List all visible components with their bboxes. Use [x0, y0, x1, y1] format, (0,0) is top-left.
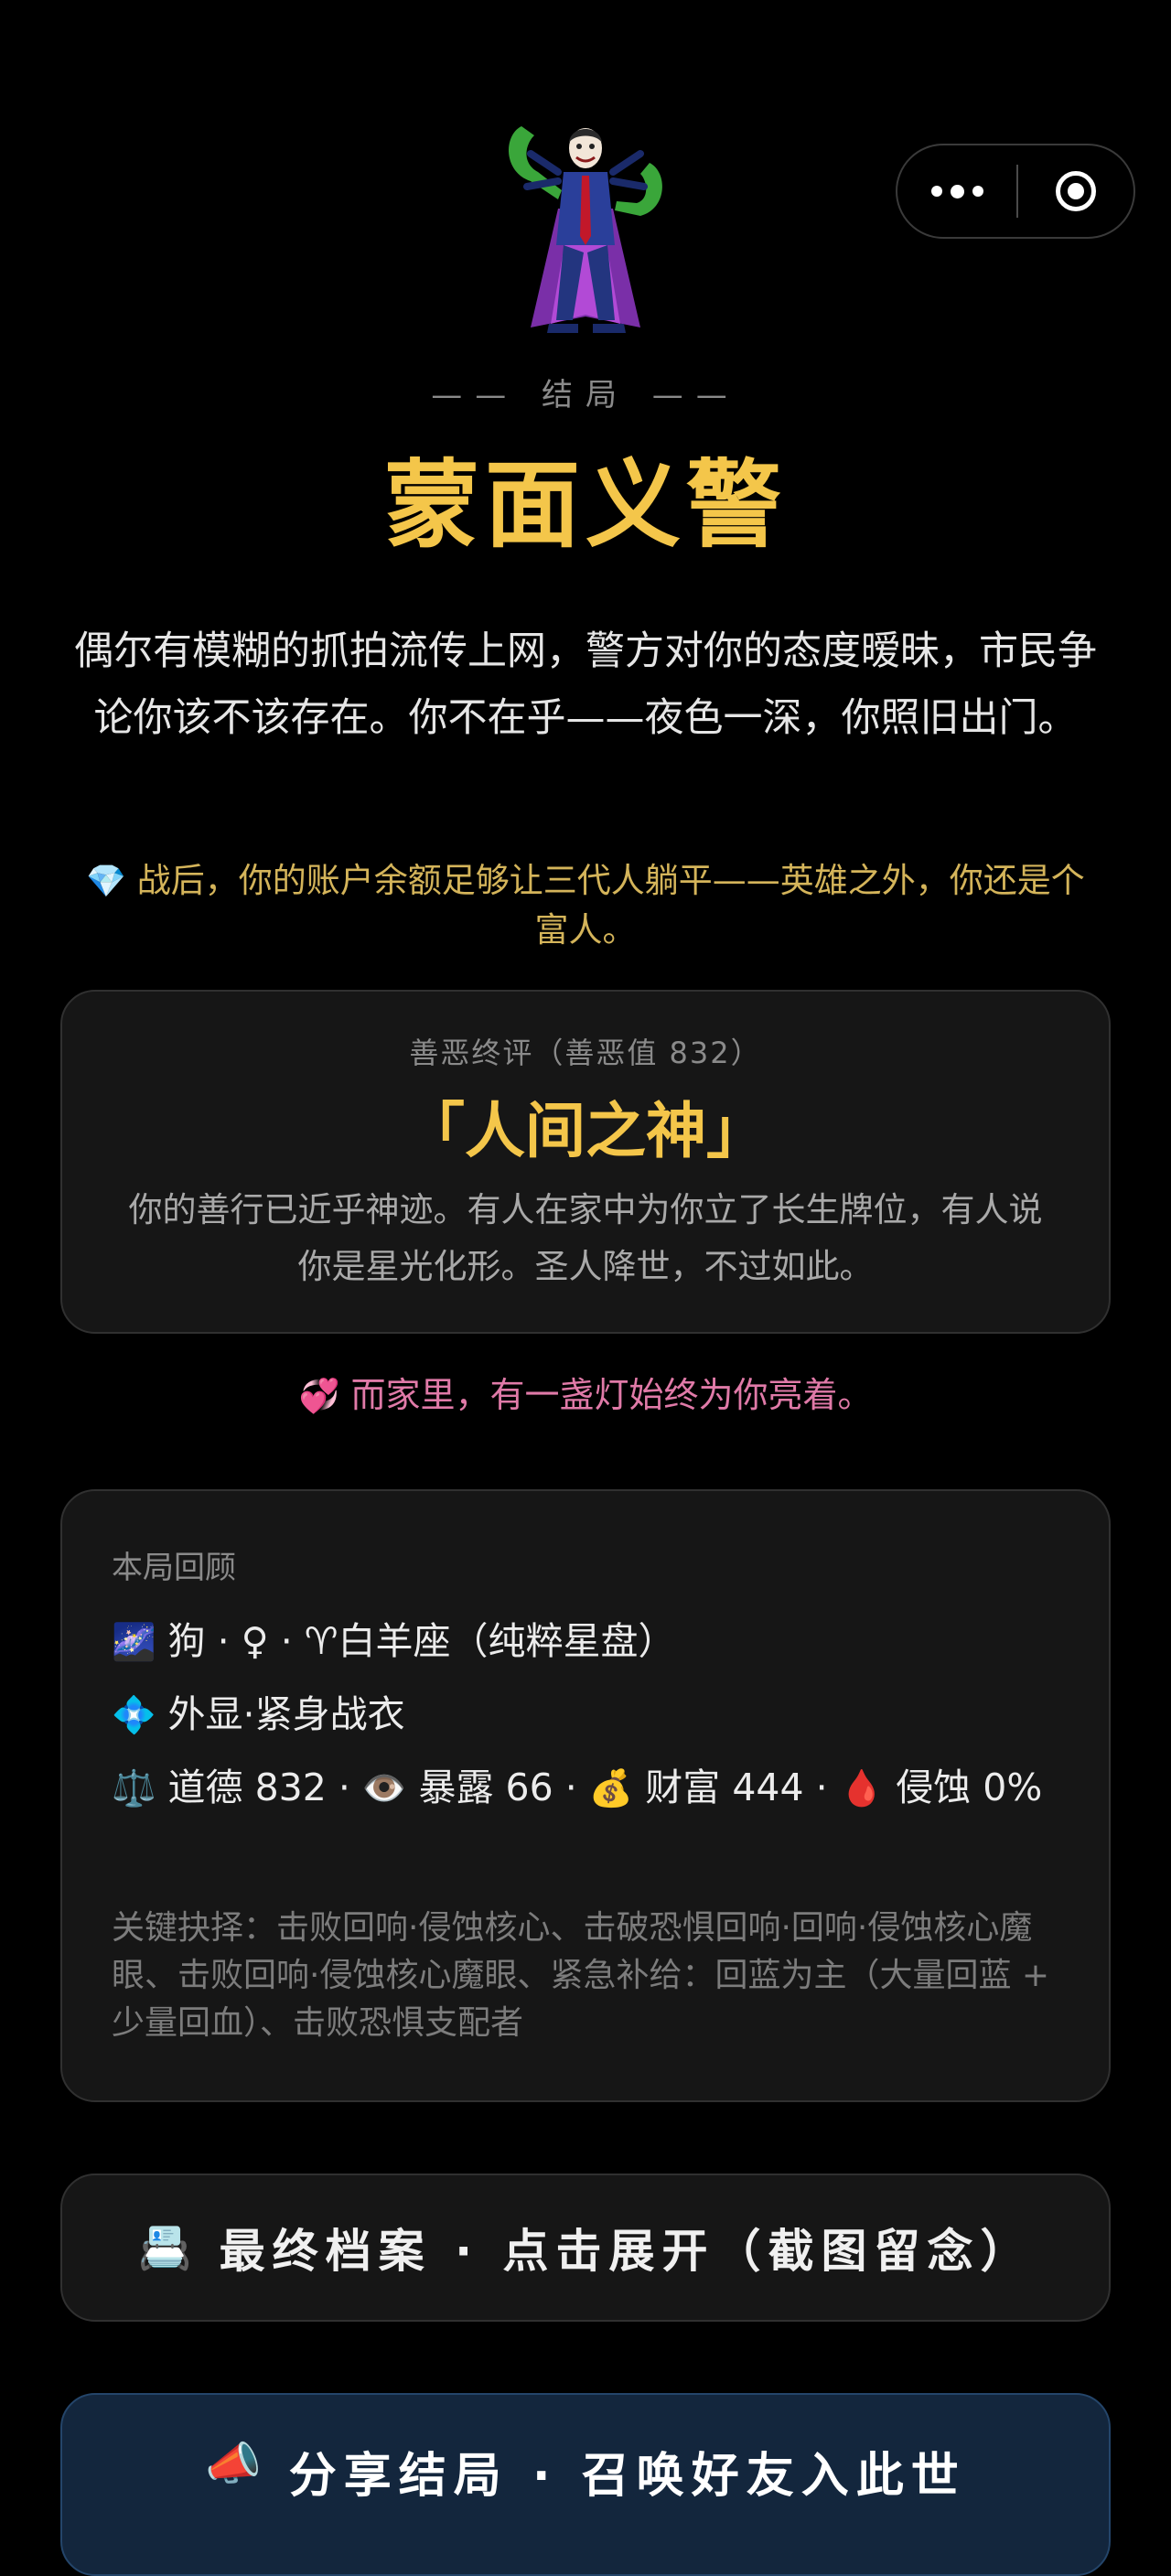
family-text: 而家里，有一盏灯始终为你亮着。: [350, 1375, 873, 1415]
erosion-stat: 侵蚀 0%: [896, 1766, 1043, 1809]
scales-icon: ⚖️: [112, 1768, 156, 1809]
villain-character-icon: [509, 126, 662, 333]
more-dots-icon: [930, 186, 942, 197]
diamond-icon: 💎: [86, 863, 126, 900]
share-ending-button[interactable]: 📣 分享结局 · 召唤好友入此世: [60, 2393, 1111, 2576]
more-menu-button[interactable]: [897, 145, 1016, 237]
wealth-text: 战后，你的账户余额足够让三代人躺平——英雄之外，你还是个富人。: [136, 861, 1085, 950]
wealth-note: 💎 战后，你的账户余额足够让三代人躺平——英雄之外，你还是个富人。: [73, 856, 1098, 954]
money-bag-icon: 💰: [588, 1768, 634, 1809]
card-index-icon: 📇: [137, 2223, 199, 2273]
target-close-icon: [1056, 171, 1096, 211]
two-hearts-icon: 💞: [298, 1377, 340, 1415]
ending-label: —— 结局 ——: [431, 377, 740, 413]
verdict-card: 善恶终评（善恶值 832） 「人间之神」 你的善行已近乎神迹。有人在家中为你立了…: [60, 990, 1111, 1334]
mini-program-capsule: [896, 144, 1135, 239]
diamond-flower-icon: 💠: [112, 1695, 156, 1736]
archive-button-label: 最终档案 · 点击展开（截图留念）: [219, 2225, 1034, 2278]
ending-description: 偶尔有模糊的抓拍流传上网，警方对你的态度暧昧，市民争论你该不该存在。你不在乎——…: [74, 628, 1097, 741]
share-button-label: 分享结局 · 召唤好友入此世: [288, 2449, 966, 2504]
recap-caption: 本局回顾: [112, 1550, 236, 1586]
blood-drop-icon: 🩸: [839, 1768, 885, 1809]
more-dot-right: [972, 186, 983, 197]
more-dot-center: [950, 184, 964, 199]
galaxy-icon: 🌌: [112, 1622, 156, 1663]
final-archive-button[interactable]: 📇 最终档案 · 点击展开（截图留念）: [60, 2174, 1111, 2322]
morality-stat: 道德 832 ·: [167, 1766, 362, 1809]
ending-title: 蒙面义警: [383, 449, 787, 561]
recap-stats-row: ⚖️ 道德 832 · 👁️ 暴露 66 · 💰 财富 444 · 🩸 侵蚀 0…: [112, 1758, 1063, 1819]
exposure-stat: 暴露 66 ·: [418, 1766, 589, 1809]
eye-icon: 👁️: [361, 1768, 407, 1809]
key-choices: 关键抉择：击败回响·侵蚀核心、击破恐惧回响·回响·侵蚀核心魔眼、击败回响·侵蚀核…: [112, 1909, 1050, 2042]
family-note: 💞 而家里，有一盏灯始终为你亮着。: [0, 1367, 1171, 1417]
appearance-text: 外显·紧身战衣: [167, 1692, 405, 1736]
verdict-caption: 善恶终评（善恶值 832）: [409, 1036, 762, 1070]
recap-appearance-row: 💠 外显·紧身战衣: [112, 1685, 1063, 1745]
close-button[interactable]: [1018, 145, 1133, 237]
recap-card: 本局回顾 🌌 狗 · ♀ · ♈白羊座（纯粹星盘） 💠 外显·紧身战衣 ⚖️ 道…: [60, 1489, 1111, 2102]
verdict-title: 「人间之神」: [404, 1096, 767, 1166]
recap-identity-row: 🌌 狗 · ♀ · ♈白羊座（纯粹星盘）: [112, 1612, 1063, 1672]
verdict-description: 你的善行已近乎神迹。有人在家中为你立了长生牌位，有人说你是星光化形。圣人降世，不…: [128, 1190, 1043, 1286]
wealth-stat: 财富 444 ·: [645, 1766, 840, 1809]
megaphone-icon: 📣: [205, 2437, 269, 2490]
identity-text: 狗 · ♀ · ♈白羊座（纯粹星盘）: [167, 1619, 676, 1663]
